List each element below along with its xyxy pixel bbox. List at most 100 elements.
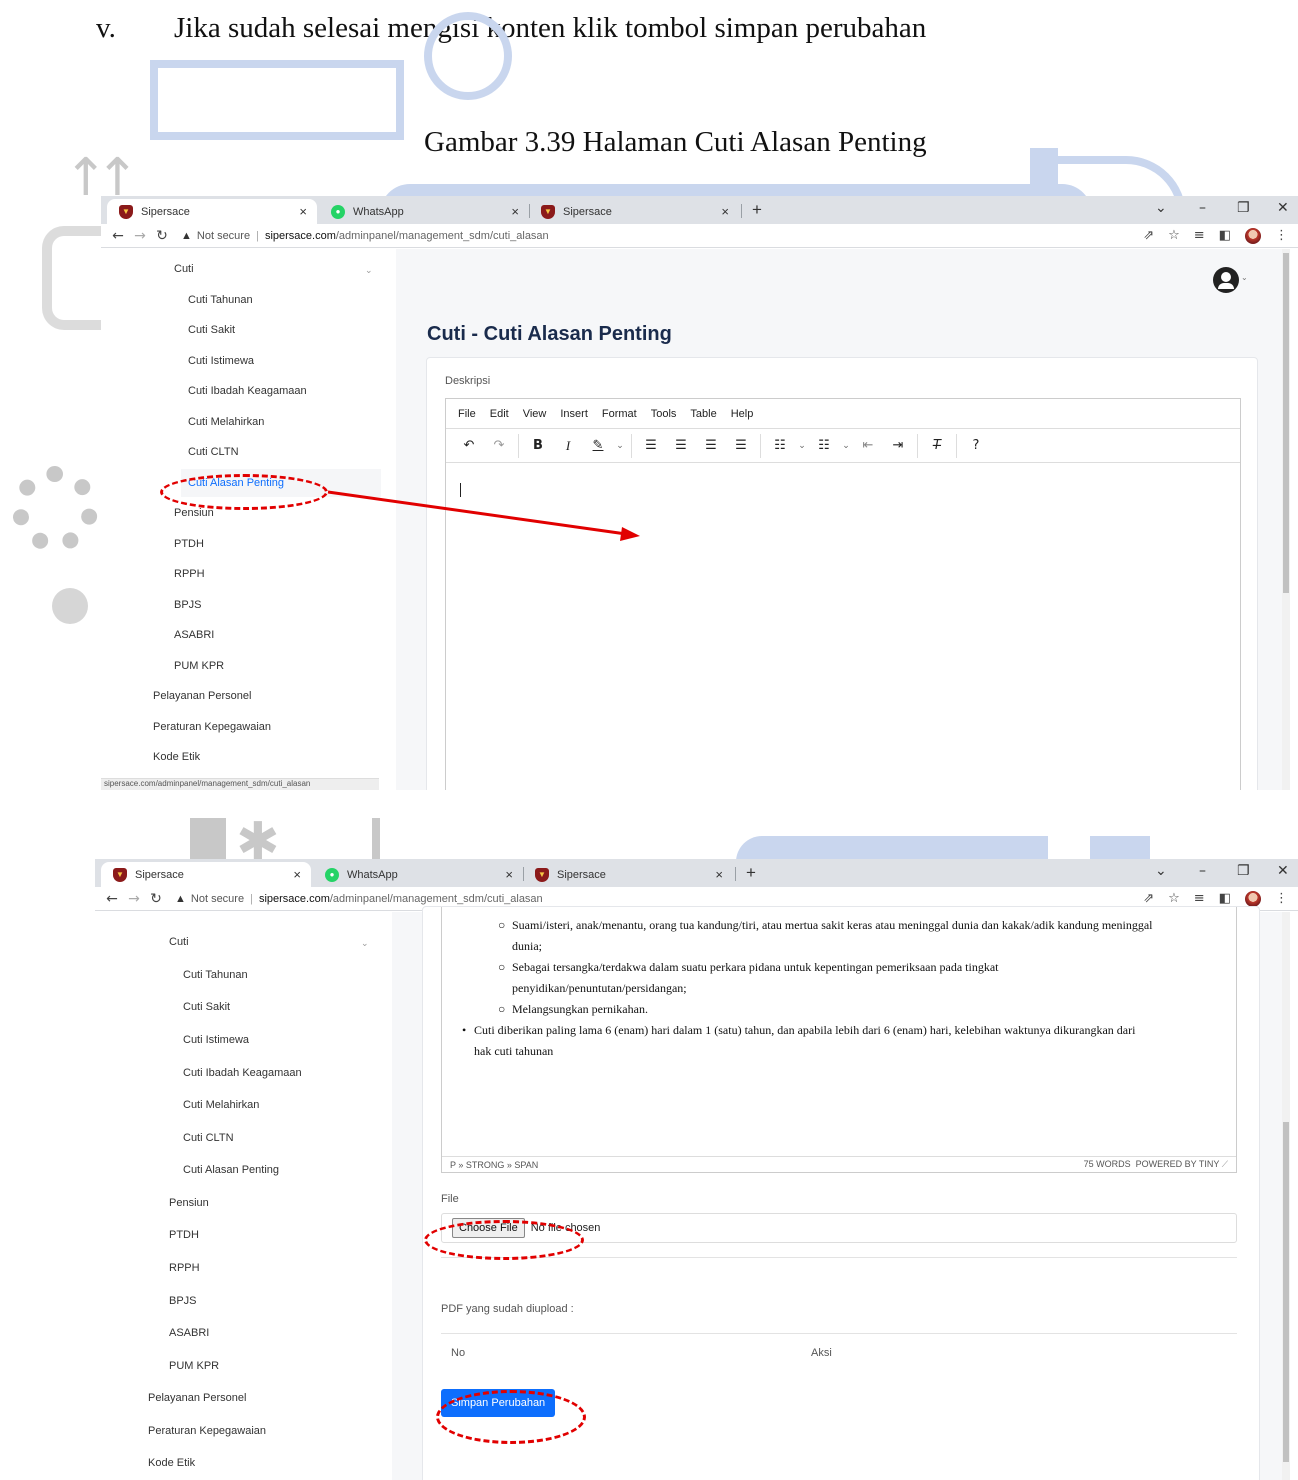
sidebar-item-peraturan-kepegawaian[interactable]: Peraturan Kepegawaian (148, 1425, 266, 1437)
menu-file[interactable]: File (458, 408, 476, 420)
close-window-icon[interactable]: ✕ (1277, 863, 1289, 879)
sidebar-item-cuti-tahunan[interactable]: Cuti Tahunan (183, 969, 248, 981)
sidebar-item-kode-etik[interactable]: Kode Etik (148, 1457, 195, 1469)
reading-list-icon[interactable]: ≡ (1194, 228, 1205, 244)
sidebar-item-cuti-melahirkan[interactable]: Cuti Melahirkan (183, 1099, 259, 1111)
sidebar-item-asabri[interactable]: ASABRI (174, 629, 214, 641)
close-tab-icon[interactable]: × (505, 867, 513, 882)
tab-sipersace-2[interactable]: ▼ Sipersace × (529, 199, 739, 224)
sidebar-item-cuti-istimewa[interactable]: Cuti Istimewa (183, 1034, 249, 1046)
profile-avatar-icon[interactable] (1245, 891, 1261, 907)
sidebar-item-pum-kpr[interactable]: PUM KPR (169, 1360, 219, 1372)
sidebar-item-peraturan-kepegawaian[interactable]: Peraturan Kepegawaian (153, 721, 271, 733)
star-icon[interactable]: ☆ (1168, 891, 1180, 907)
rich-text-editor[interactable]: File Edit View Insert Format Tools Table… (445, 398, 1241, 790)
sidebar-item-rpph[interactable]: RPPH (169, 1262, 200, 1274)
tab-sipersace-2[interactable]: ▼ Sipersace × (523, 862, 733, 887)
scrollbar-thumb[interactable] (1283, 1122, 1289, 1462)
highlight-color-icon[interactable]: ✎ (583, 438, 613, 453)
close-tab-icon[interactable]: × (511, 204, 519, 219)
bold-icon[interactable]: B (523, 438, 553, 453)
menu-icon[interactable]: ⋮ (1275, 228, 1288, 244)
element-path[interactable]: P » STRONG » SPAN (450, 1160, 538, 1170)
close-tab-icon[interactable]: × (293, 867, 301, 882)
close-tab-icon[interactable]: × (299, 204, 307, 219)
italic-icon[interactable]: I (553, 438, 583, 454)
sidebar-item-asabri[interactable]: ASABRI (169, 1327, 209, 1339)
sidebar-item-rpph[interactable]: RPPH (174, 568, 205, 580)
numbered-list-icon[interactable]: ☷ (809, 438, 839, 453)
sidebar-item-bpjs[interactable]: BPJS (174, 599, 202, 611)
back-icon[interactable]: ← (101, 891, 123, 907)
outdent-icon[interactable]: ⇤ (853, 438, 883, 453)
tab-whatsapp[interactable]: ● WhatsApp × (319, 199, 529, 224)
sidebar-group-cuti[interactable]: Cuti (174, 263, 194, 275)
redo-icon[interactable]: ↷ (484, 438, 514, 453)
reload-icon[interactable]: ↻ (145, 891, 167, 907)
menu-icon[interactable]: ⋮ (1275, 891, 1288, 907)
sidebar-item-cuti-ibadah[interactable]: Cuti Ibadah Keagamaan (183, 1067, 302, 1079)
sidebar-item-cuti-cltn[interactable]: Cuti CLTN (183, 1132, 234, 1144)
sidebar-item-cuti-alasan-penting[interactable]: Cuti Alasan Penting (183, 1164, 279, 1176)
sidebar-item-pelayanan-personel[interactable]: Pelayanan Personel (148, 1392, 246, 1404)
new-tab-button[interactable]: + (752, 200, 762, 220)
restore-icon[interactable]: ❐ (1237, 863, 1250, 879)
tab-sipersace-1[interactable]: ▼ Sipersace × (107, 199, 317, 224)
sidebar-item-ptdh[interactable]: PTDH (174, 538, 204, 550)
vertical-scrollbar[interactable] (1282, 912, 1290, 1480)
forward-icon[interactable]: → (123, 891, 145, 907)
vertical-scrollbar[interactable] (1282, 249, 1290, 790)
menu-tools[interactable]: Tools (651, 408, 677, 420)
menu-format[interactable]: Format (602, 408, 637, 420)
sidebar-item-pelayanan-personel[interactable]: Pelayanan Personel (153, 690, 251, 702)
scrollbar-thumb[interactable] (1283, 253, 1289, 593)
back-icon[interactable]: ← (107, 228, 129, 244)
menu-edit[interactable]: Edit (490, 408, 509, 420)
menu-insert[interactable]: Insert (560, 408, 588, 420)
forward-icon[interactable]: → (129, 228, 151, 244)
tab-search-icon[interactable]: ⌄ (1155, 200, 1167, 216)
menu-table[interactable]: Table (690, 408, 716, 420)
url-field[interactable]: ▲ Not secure | sipersace.com/adminpanel/… (175, 893, 543, 905)
sidebar-item-ptdh[interactable]: PTDH (169, 1229, 199, 1241)
side-panel-icon[interactable]: ◧ (1219, 891, 1231, 907)
profile-avatar-icon[interactable] (1245, 228, 1261, 244)
sidebar-item-pensiun[interactable]: Pensiun (169, 1197, 209, 1209)
url-field[interactable]: ▲ Not secure | sipersace.com/adminpanel/… (181, 230, 549, 242)
sidebar-group-cuti[interactable]: Cuti (169, 936, 189, 948)
align-right-icon[interactable]: ☰ (696, 438, 726, 453)
powered-by-tiny[interactable]: POWERED BY TINY (1136, 1159, 1220, 1169)
tab-search-icon[interactable]: ⌄ (1155, 863, 1167, 879)
minimize-icon[interactable]: – (1199, 863, 1206, 879)
sidebar-item-pensiun[interactable]: Pensiun (174, 507, 214, 519)
help-icon[interactable]: ? (961, 438, 991, 453)
align-center-icon[interactable]: ☰ (666, 438, 696, 453)
share-icon[interactable]: ⇗ (1143, 228, 1154, 244)
menu-view[interactable]: View (523, 408, 547, 420)
sidebar-item-kode-etik[interactable]: Kode Etik (153, 751, 200, 763)
minimize-icon[interactable]: – (1199, 200, 1206, 216)
chevron-down-icon[interactable]: ⌄ (839, 441, 853, 451)
close-tab-icon[interactable]: × (721, 204, 729, 219)
side-panel-icon[interactable]: ◧ (1219, 228, 1231, 244)
reload-icon[interactable]: ↻ (151, 228, 173, 244)
sidebar-item-cuti-istimewa[interactable]: Cuti Istimewa (188, 355, 254, 367)
align-justify-icon[interactable]: ☰ (726, 438, 756, 453)
tab-whatsapp[interactable]: ● WhatsApp × (313, 862, 523, 887)
bullet-list-icon[interactable]: ☷ (765, 438, 795, 453)
chevron-down-icon[interactable]: ⌄ (795, 441, 809, 451)
sidebar-item-cuti-tahunan[interactable]: Cuti Tahunan (188, 294, 253, 306)
user-profile-icon[interactable] (1213, 267, 1239, 293)
tab-sipersace-1[interactable]: ▼ Sipersace × (101, 862, 311, 887)
sidebar-item-pum-kpr[interactable]: PUM KPR (174, 660, 224, 672)
close-tab-icon[interactable]: × (715, 867, 723, 882)
star-icon[interactable]: ☆ (1168, 228, 1180, 244)
restore-icon[interactable]: ❐ (1237, 200, 1250, 216)
menu-help[interactable]: Help (731, 408, 754, 420)
chevron-down-icon[interactable]: ⌄ (613, 441, 627, 451)
reading-list-icon[interactable]: ≡ (1194, 891, 1205, 907)
sidebar-item-bpjs[interactable]: BPJS (169, 1295, 197, 1307)
indent-icon[interactable]: ⇥ (883, 438, 913, 453)
sidebar-item-cuti-sakit[interactable]: Cuti Sakit (183, 1001, 230, 1013)
new-tab-button[interactable]: + (746, 863, 756, 883)
